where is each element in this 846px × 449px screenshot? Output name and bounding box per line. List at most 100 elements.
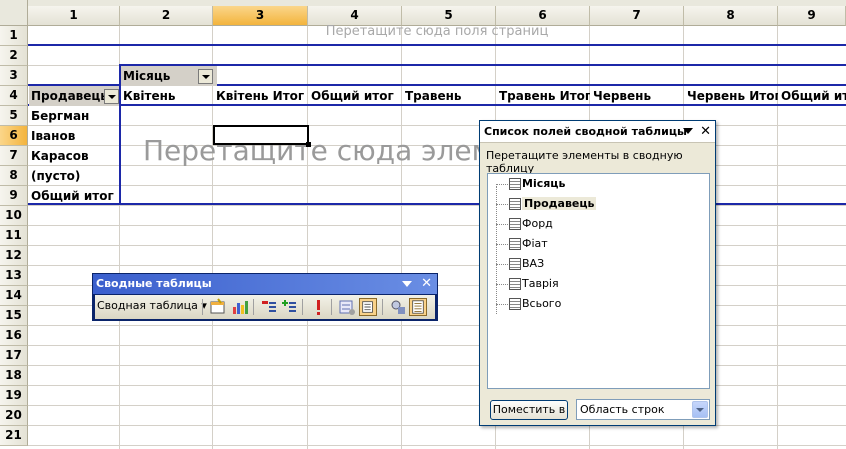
column-header-3[interactable]: 3 [213,6,308,26]
close-icon[interactable]: ✕ [421,274,432,294]
pivot-column-header[interactable]: Червень [591,86,684,106]
toolbar-separator [331,299,332,315]
row-header-18[interactable]: 18 [0,366,28,386]
field-item[interactable]: Форд [496,214,553,234]
column-header-1[interactable]: 1 [28,6,120,26]
row-header-9[interactable]: 9 [0,186,28,206]
field-icon [509,258,521,270]
pivot-page-border-bottom [28,44,846,46]
pivot-row-item[interactable]: (пусто) [29,166,118,186]
always-display-items-icon[interactable] [389,298,407,316]
toolbar-separator [253,299,254,315]
area-select[interactable]: Область строк [576,399,710,420]
row-header-6[interactable]: 6 [0,126,28,146]
format-report-icon[interactable] [209,298,227,316]
pivot-toolbar[interactable]: Сводные таблицы ✕ Сводная таблица ▾ [92,273,438,321]
chevron-down-icon[interactable] [683,128,693,134]
tree-connector [496,304,508,305]
field-list-icon[interactable] [409,298,427,316]
field-item[interactable]: Місяць [496,174,565,194]
pivot-toolbar-title-bar[interactable]: Сводные таблицы ✕ [93,274,437,294]
dropdown-arrow-icon[interactable] [692,401,708,418]
spreadsheet[interactable]: 123456789 1 2 3 4 5 6 7 8 9 10 11 12 13 14 15 16 17 18 19 2… [0,0,846,449]
page-fields-drop-zone[interactable]: Перетащите сюда поля страниц [28,24,846,39]
pivot-row-item[interactable]: Карасов [29,146,118,166]
show-items-icon[interactable] [359,298,377,316]
row-header-8[interactable]: 8 [0,166,28,186]
field-item[interactable]: Фіат [496,234,548,254]
grid-row-line [28,325,846,326]
column-header-6[interactable]: 6 [496,6,590,26]
pivot-column-header[interactable]: Травень Итог [497,86,590,106]
pivot-column-header[interactable]: Червень Итог [685,86,778,106]
row-header-13[interactable]: 13 [0,266,28,286]
column-header-2[interactable]: 2 [120,6,213,26]
row-header-17[interactable]: 17 [0,346,28,366]
field-tree[interactable]: Місяць Продавець Форд Фіат ВАЗ Таврія Всього [487,173,710,389]
field-icon [509,218,521,230]
data-items-drop-zone[interactable]: Перетащите сюда элем [143,134,493,167]
row-field-dropdown-button[interactable] [104,89,119,104]
field-icon [509,238,521,250]
row-header-1[interactable]: 1 [0,26,28,46]
add-to-button[interactable]: Поместить в [490,400,568,420]
field-label: Всього [522,297,562,310]
select-all-corner[interactable] [0,0,28,26]
pivot-column-header[interactable]: Квітень Итог [214,86,308,106]
row-header-2[interactable]: 2 [0,46,28,66]
row-header-12[interactable]: 12 [0,246,28,266]
pivot-column-area-top [120,64,846,66]
column-header-7[interactable]: 7 [590,6,684,26]
row-header-20[interactable]: 20 [0,406,28,426]
show-detail-icon[interactable] [280,298,298,316]
row-header-5[interactable]: 5 [0,106,28,126]
row-header-10[interactable]: 10 [0,206,28,226]
pivot-column-header[interactable]: Общий итог [309,86,402,106]
field-item[interactable]: Таврія [496,274,559,294]
row-header-14[interactable]: 14 [0,286,28,306]
field-icon [509,178,521,190]
pivot-column-header[interactable]: Общий итог [779,86,846,106]
pivot-row-item[interactable]: Общий итог [29,186,118,206]
active-cell[interactable] [213,125,311,147]
field-item[interactable]: ВАЗ [496,254,544,274]
page-field-dropdown-button[interactable] [198,69,213,84]
pivot-toolbar-body: Сводная таблица ▾ [95,295,435,319]
toolbar-separator [202,299,203,315]
pivot-table-menu[interactable]: Сводная таблица ▾ [97,299,207,312]
tree-connector [496,204,508,205]
column-header-8[interactable]: 8 [684,6,778,26]
pivot-column-header[interactable]: Квітень [121,86,213,106]
field-list-title-bar[interactable]: Список полей сводной таблицы ✕ [480,121,715,143]
field-icon [509,298,521,310]
row-header-3[interactable]: 3 [0,66,28,86]
row-header-15[interactable]: 15 [0,306,28,326]
chart-wizard-icon[interactable] [231,298,249,316]
toolbar-options-icon[interactable] [402,281,412,287]
refresh-icon[interactable] [309,298,327,316]
hide-detail-icon[interactable] [260,298,278,316]
pivot-row-item[interactable]: Іванов [29,126,118,146]
pivot-column-header[interactable]: Травень [403,86,496,106]
close-icon[interactable]: ✕ [700,121,711,143]
row-header-16[interactable]: 16 [0,326,28,346]
row-header-7[interactable]: 7 [0,146,28,166]
row-header-11[interactable]: 11 [0,226,28,246]
row-header-19[interactable]: 19 [0,386,28,406]
field-item[interactable]: Продавець [496,194,597,214]
pivot-field-list-pane[interactable]: Список полей сводной таблицы ✕ Перетащит… [479,120,716,426]
pivot-body-bottom [28,203,846,205]
row-header-4[interactable]: 4 [0,86,28,106]
field-settings-icon[interactable] [338,298,356,316]
row-header-21[interactable]: 21 [0,426,28,446]
field-label: Таврія [522,277,559,290]
column-header-4[interactable]: 4 [308,6,402,26]
field-item[interactable]: Всього [496,294,561,314]
column-header-9[interactable]: 9 [778,6,846,26]
toolbar-separator [302,299,303,315]
tree-connector [496,224,508,225]
column-header-5[interactable]: 5 [402,6,496,26]
field-label: ВАЗ [522,257,545,270]
field-label: Місяць [522,177,566,190]
pivot-row-item[interactable]: Бергман [29,106,118,126]
